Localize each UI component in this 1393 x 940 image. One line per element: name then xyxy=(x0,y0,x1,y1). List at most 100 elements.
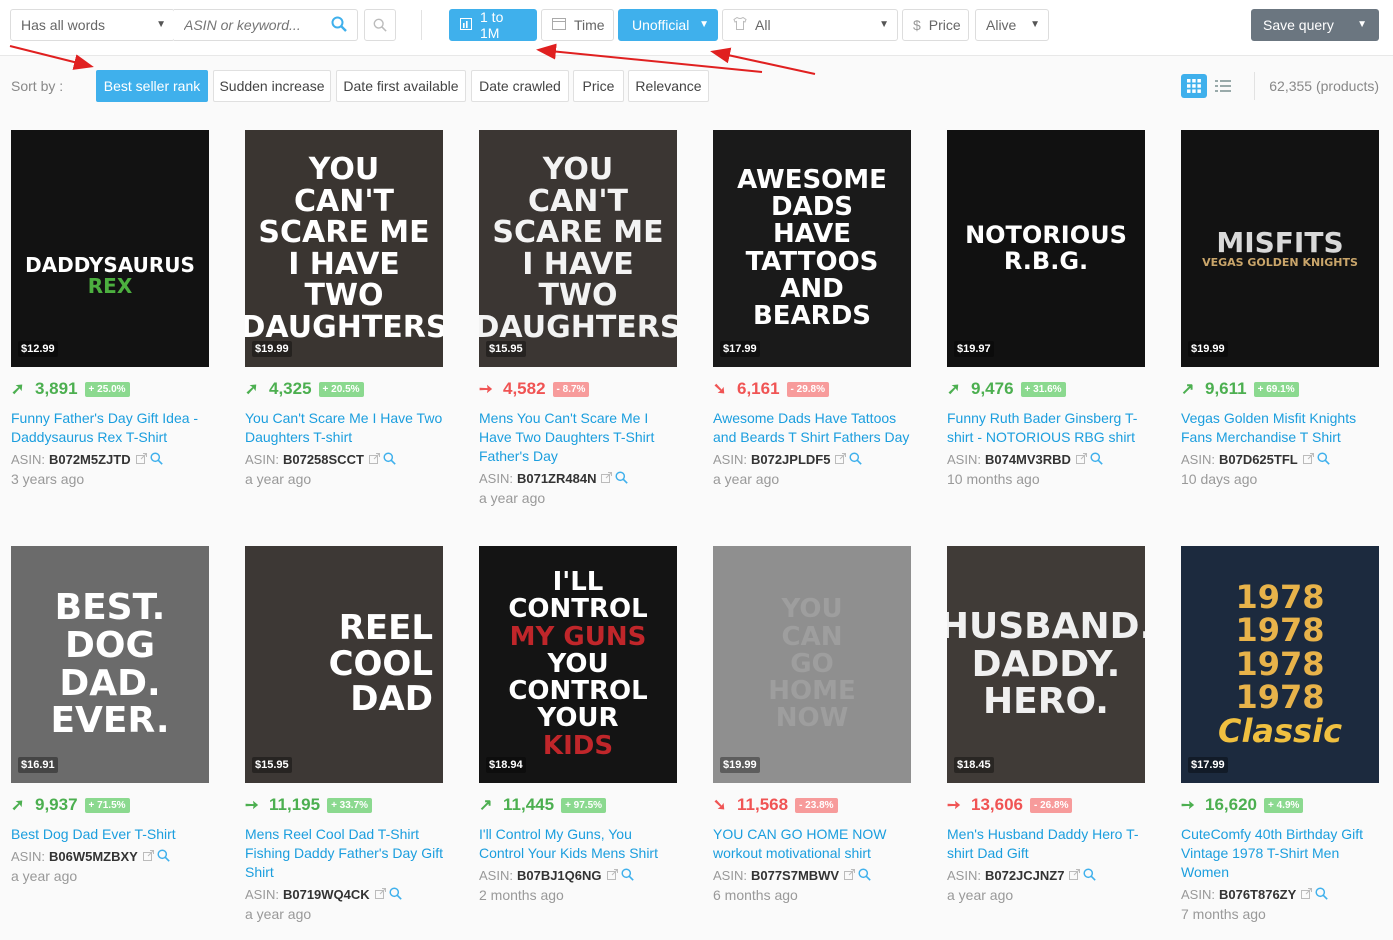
search-icon[interactable] xyxy=(1317,451,1330,468)
product-image[interactable]: 1978 1978 1978 1978 Classic $17.99 xyxy=(1181,546,1379,783)
external-link-icon[interactable] xyxy=(368,452,380,467)
design-text: TATTOOS xyxy=(745,246,879,277)
external-link-icon[interactable] xyxy=(1301,887,1313,902)
rank-change-badge: + 4.9% xyxy=(1264,797,1304,813)
search-icon[interactable] xyxy=(157,848,170,865)
product-title-link[interactable]: Mens Reel Cool Dad T-Shirt Fishing Daddy… xyxy=(245,825,443,882)
external-link-icon[interactable] xyxy=(374,887,386,902)
shirt-design: YOU CAN'T SCARE ME I HAVE TWO DAUGHTERS xyxy=(479,130,677,367)
product-image[interactable]: DADDYSAURUS REX $12.99 xyxy=(11,130,209,367)
sort-option-sudden-increase[interactable]: Sudden increase xyxy=(213,70,331,102)
product-image[interactable]: AWESOME DADS HAVE TATTOOS AND BEARDS $17.99 xyxy=(713,130,911,367)
price-tag: $19.97 xyxy=(954,341,994,357)
bsr-rank: 9,476 xyxy=(971,379,1014,398)
advanced-search-button[interactable] xyxy=(364,9,396,41)
external-link-icon[interactable] xyxy=(835,452,847,467)
sort-option-best-seller-rank[interactable]: Best seller rank xyxy=(96,70,208,102)
external-link-icon[interactable] xyxy=(606,868,618,883)
product-title-link[interactable]: CuteComfy 40th Birthday Gift Vintage 197… xyxy=(1181,825,1379,882)
list-icon xyxy=(1215,80,1231,92)
product-title-link[interactable]: YOU CAN GO HOME NOW workout motivational… xyxy=(713,825,911,863)
external-link-icon[interactable] xyxy=(1069,868,1081,883)
search-icon[interactable] xyxy=(1315,886,1329,903)
save-query-button[interactable]: Save query ▼ xyxy=(1251,9,1379,41)
product-image[interactable]: YOU CAN'T SCARE ME I HAVE TWO DAUGHTERS $19… xyxy=(245,130,443,367)
design-text: YOU CAN'T xyxy=(294,152,394,219)
time-button[interactable]: Time xyxy=(541,9,614,41)
list-view-button[interactable] xyxy=(1210,74,1236,98)
product-card: 1978 1978 1978 1978 Classic $17.99 ➙ 16,620 … xyxy=(1181,546,1379,922)
trend-arrow-icon: ↗ xyxy=(1181,381,1195,398)
external-link-icon[interactable] xyxy=(1302,452,1314,467)
design-text: YOUR xyxy=(537,703,619,734)
sort-option-relevance[interactable]: Relevance xyxy=(628,70,709,102)
product-title-link[interactable]: Vegas Golden Misfit Knights Fans Merchan… xyxy=(1181,409,1379,447)
external-link-icon[interactable] xyxy=(844,868,856,883)
product-image[interactable]: MISFITS VEGAS GOLDEN KNIGHTS $19.99 xyxy=(1181,130,1379,367)
price-button[interactable]: $ Price xyxy=(902,9,969,41)
shirt-design: AWESOME DADS HAVE TATTOOS AND BEARDS xyxy=(713,130,911,367)
design-text: DAD xyxy=(350,679,433,720)
external-link-icon[interactable] xyxy=(1075,452,1087,467)
external-link-icon[interactable] xyxy=(135,452,147,467)
status-select[interactable]: Alive ▼ xyxy=(975,9,1049,41)
product-title-link[interactable]: You Can't Scare Me I Have Two Daughters … xyxy=(245,409,443,447)
product-image[interactable]: YOU CAN GO HOME NOW $19.99 xyxy=(713,546,911,783)
shirt-icon xyxy=(733,16,747,33)
price-tag: $16.91 xyxy=(18,757,58,773)
search-icon[interactable] xyxy=(331,16,347,35)
asin-row: ASIN: B06W5MZBXY xyxy=(11,847,209,866)
product-image[interactable]: NOTORIOUS R.B.G. $19.97 xyxy=(947,130,1145,367)
trend-arrow-icon: ➙ xyxy=(947,797,961,814)
price-tag: $19.99 xyxy=(720,757,760,773)
search-icon[interactable] xyxy=(1090,451,1103,468)
product-image[interactable]: YOU CAN'T SCARE ME I HAVE TWO DAUGHTERS $15… xyxy=(479,130,677,367)
search-icon[interactable] xyxy=(1083,867,1097,884)
time-ago: a year ago xyxy=(479,490,546,506)
rank-change-badge: - 29.8% xyxy=(786,381,830,397)
search-input[interactable] xyxy=(184,17,324,33)
asin-row: ASIN: B072M5ZJTD xyxy=(11,450,209,469)
search-icon[interactable] xyxy=(621,867,634,884)
search-icon[interactable] xyxy=(849,451,863,468)
search-icon[interactable] xyxy=(383,451,396,468)
product-title-link[interactable]: Awesome Dads Have Tattoos and Beards T S… xyxy=(713,409,911,447)
product-title-link[interactable]: Funny Father's Day Gift Idea - Daddysaur… xyxy=(11,409,209,447)
sort-option-date-crawled[interactable]: Date crawled xyxy=(471,70,569,102)
sort-option-date-first-available[interactable]: Date first available xyxy=(336,70,466,102)
rank-range-button[interactable]: 1 to 1M xyxy=(449,9,537,41)
match-mode-select[interactable]: Has all words ▼ xyxy=(10,9,175,41)
product-title-link[interactable]: Mens You Can't Scare Me I Have Two Daugh… xyxy=(479,409,677,466)
design-text: I HAVE TWO xyxy=(522,246,634,313)
product-image[interactable]: BEST. DOG DAD. EVER. $16.91 xyxy=(11,546,209,783)
product-title-link[interactable]: Best Dog Dad Ever T-Shirt xyxy=(11,825,209,844)
time-ago: 3 years ago xyxy=(11,471,85,487)
product-card: DADDYSAURUS REX $12.99 ➚ 3,891 + 25.0% Fu… xyxy=(11,130,209,487)
bsr-rank: 3,891 xyxy=(35,379,78,398)
product-image[interactable]: HUSBAND. DADDY. HERO. $18.45 xyxy=(947,546,1145,783)
search-icon[interactable] xyxy=(858,867,871,884)
search-icon[interactable] xyxy=(615,470,629,487)
product-title-link[interactable]: I'll Control My Guns, You Control Your K… xyxy=(479,825,677,863)
asin-row: ASIN: B07258SCCT xyxy=(245,450,443,469)
external-link-icon[interactable] xyxy=(601,471,613,486)
product-image[interactable]: REEL COOL DAD $15.95 xyxy=(245,546,443,783)
search-icon[interactable] xyxy=(389,886,402,903)
external-link-icon[interactable] xyxy=(142,849,154,864)
product-card: I'LL CONTROL MY GUNS YOU CONTROL YOUR KIDS $… xyxy=(479,546,677,903)
category-select[interactable]: All ▼ xyxy=(722,9,898,41)
grid-view-button[interactable] xyxy=(1181,74,1207,98)
design-text: CAN xyxy=(781,621,843,652)
sort-option-price[interactable]: Price xyxy=(573,70,624,102)
asin-row: ASIN: B077S7MBWV xyxy=(713,866,911,885)
bar-chart-icon xyxy=(460,17,472,33)
price-tag: $18.94 xyxy=(486,757,526,773)
product-image[interactable]: I'LL CONTROL MY GUNS YOU CONTROL YOUR KIDS $… xyxy=(479,546,677,783)
bsr-rank: 11,195 xyxy=(269,795,321,814)
asin-row: ASIN: B0719WQ4CK xyxy=(245,885,443,904)
product-card: YOU CAN'T SCARE ME I HAVE TWO DAUGHTERS $15… xyxy=(479,130,677,506)
product-title-link[interactable]: Funny Ruth Bader Ginsberg T-shirt - NOTO… xyxy=(947,409,1145,447)
listing-type-select[interactable]: Unofficial ▼ xyxy=(618,9,718,41)
product-title-link[interactable]: Men's Husband Daddy Hero T-shirt Dad Gif… xyxy=(947,825,1145,863)
search-icon[interactable] xyxy=(150,451,163,468)
